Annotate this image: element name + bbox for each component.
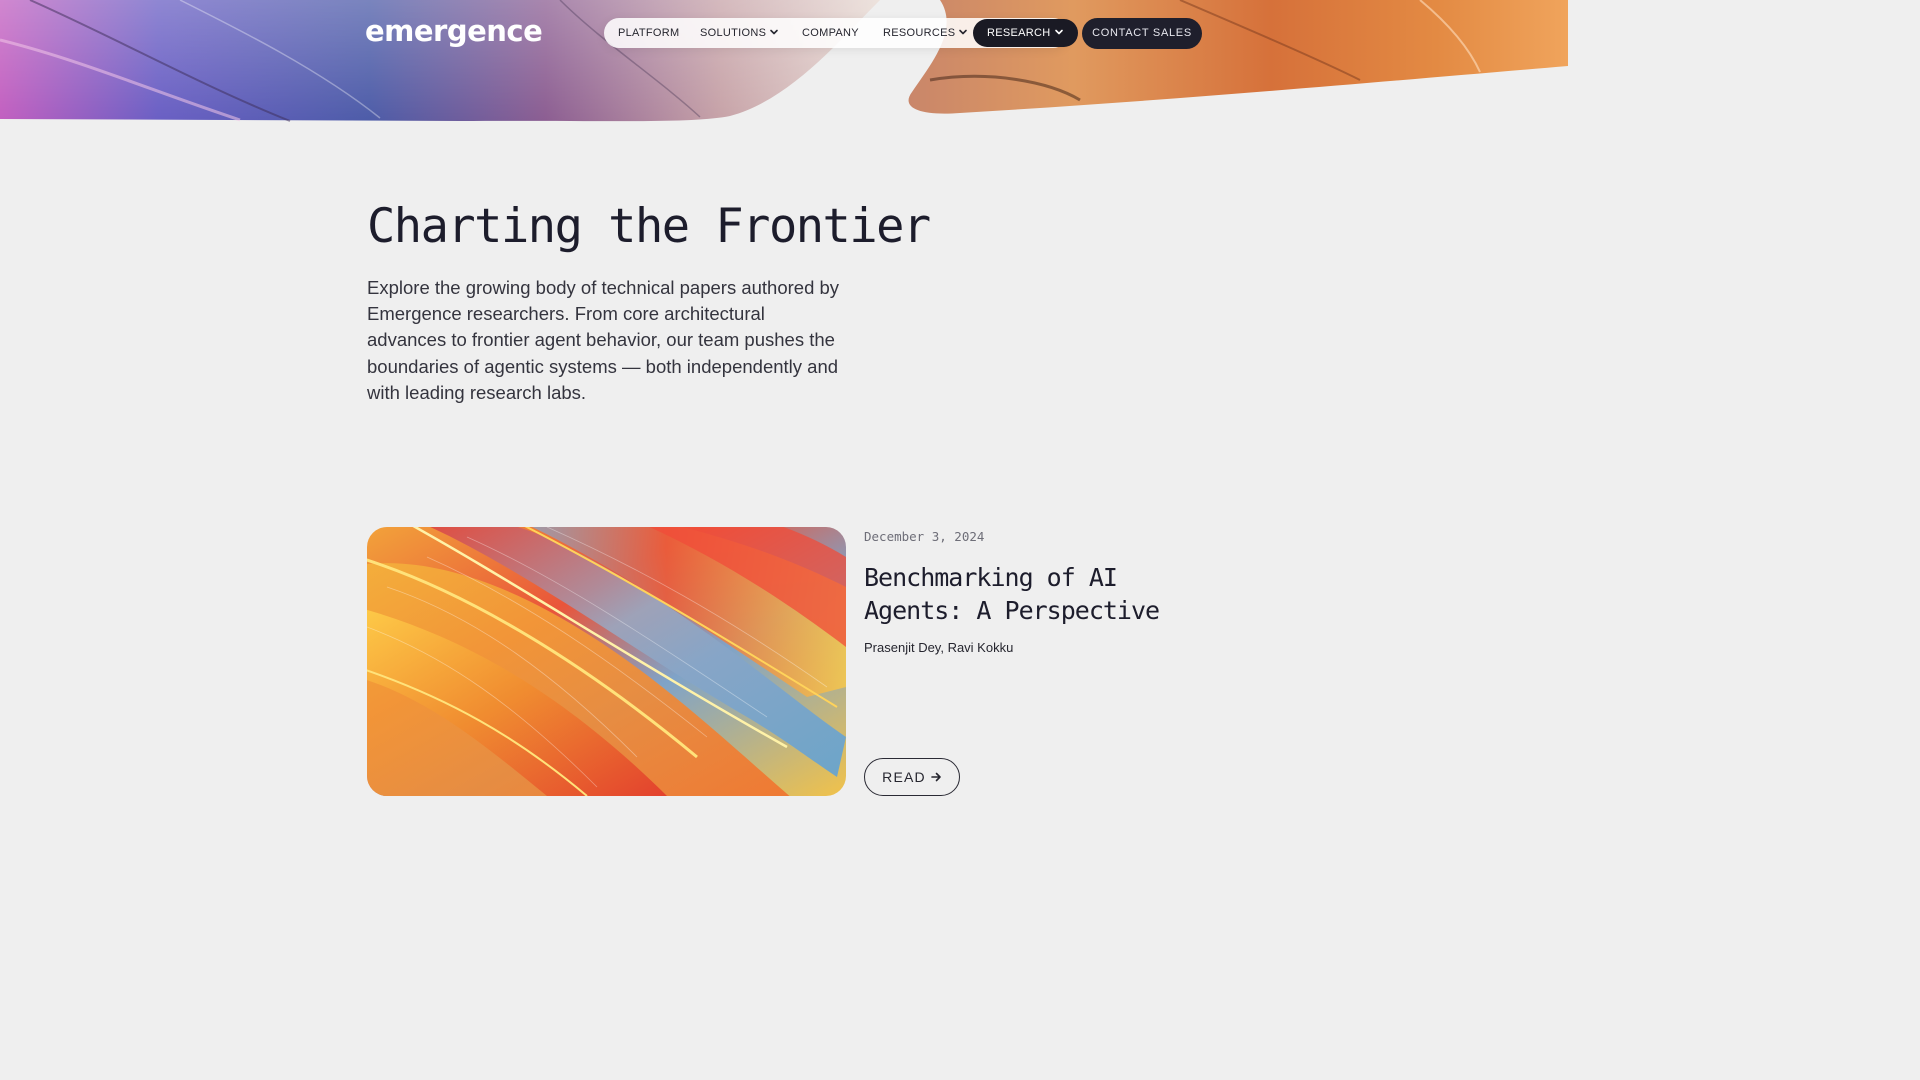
nav-item-resources[interactable]: RESOURCES <box>883 18 968 48</box>
nav-item-company[interactable]: COMPANY <box>802 18 859 48</box>
chevron-down-icon <box>959 29 968 35</box>
brand-logo[interactable]: emergence <box>365 13 543 49</box>
arrow-right-icon <box>931 772 941 782</box>
feathers-image <box>367 527 846 796</box>
nav-item-label: COMPANY <box>802 27 859 39</box>
nav-item-label: RESOURCES <box>883 27 956 39</box>
nav-item-label: SOLUTIONS <box>700 27 767 39</box>
contact-sales-button[interactable]: CONTACT SALES <box>1082 18 1202 49</box>
nav-item-label: PLATFORM <box>618 27 680 39</box>
chevron-down-icon <box>1054 29 1063 35</box>
read-button[interactable]: READ <box>864 758 960 796</box>
article-date: December 3, 2024 <box>864 529 985 544</box>
article-title[interactable]: Benchmarking of AI Agents: A Perspective <box>864 561 1184 627</box>
nav-item-platform[interactable]: PLATFORM <box>618 18 679 48</box>
main-navigation: PLATFORM SOLUTIONS COMPANY RESOURCES RES… <box>604 18 1078 48</box>
article-authors: Prasenjit Dey, Ravi Kokku <box>864 640 1014 655</box>
nav-item-research[interactable]: RESEARCH <box>973 19 1078 47</box>
nav-item-label: RESEARCH <box>987 27 1051 39</box>
intro-paragraph: Explore the growing body of technical pa… <box>367 277 840 403</box>
chevron-down-icon <box>770 29 779 35</box>
read-button-label: READ <box>882 769 926 785</box>
article-thumbnail[interactable] <box>367 527 846 796</box>
page-title: Charting the Frontier <box>367 199 931 254</box>
nav-item-solutions[interactable]: SOLUTIONS <box>700 18 779 48</box>
